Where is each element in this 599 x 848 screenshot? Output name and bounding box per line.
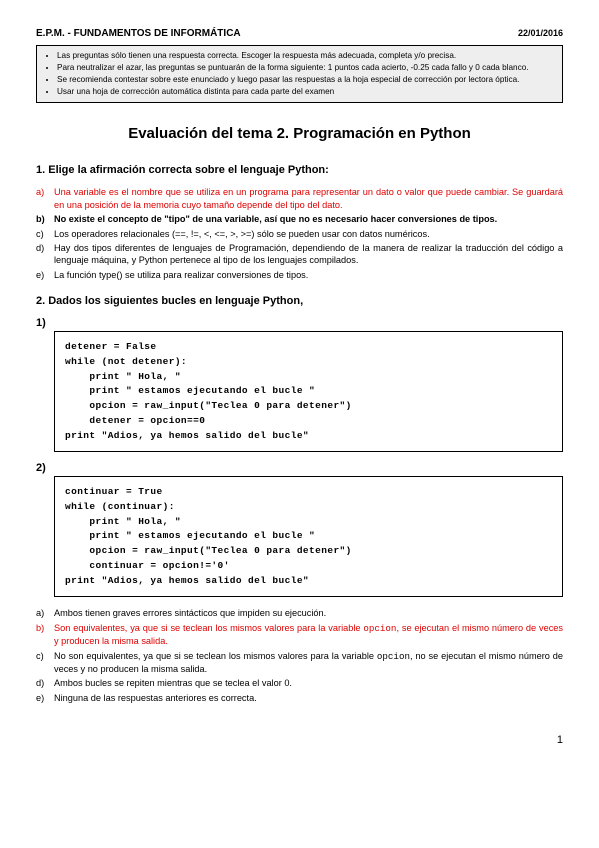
- instruction-item: Usar una hoja de corrección automática d…: [57, 86, 556, 97]
- option-label: b): [36, 622, 54, 648]
- option-e: e) Ninguna de las respuestas anteriores …: [36, 692, 563, 704]
- option-text: Una variable es el nombre que se utiliza…: [54, 186, 563, 211]
- snippet-1-label: 1): [36, 317, 563, 329]
- code-snippet-1: detener = False while (not detener): pri…: [54, 331, 563, 452]
- option-label: c): [36, 650, 54, 676]
- option-text: No existe el concepto de "tipo" de una v…: [54, 213, 497, 225]
- option-c: c) Los operadores relacionales (==, !=, …: [36, 228, 563, 240]
- option-b: b) No existe el concepto de "tipo" de un…: [36, 213, 563, 225]
- instruction-item: Las preguntas sólo tienen una respuesta …: [57, 50, 556, 61]
- option-label: c): [36, 228, 54, 240]
- option-label: b): [36, 213, 54, 225]
- option-a: a) Ambos tienen graves errores sintáctic…: [36, 607, 563, 619]
- page-number: 1: [36, 734, 563, 746]
- option-text: Son equivalentes, ya que si se teclean l…: [54, 622, 563, 648]
- option-c: c) No son equivalentes, ya que si se tec…: [36, 650, 563, 676]
- option-label: a): [36, 186, 54, 211]
- instruction-item: Se recomienda contestar sobre este enunc…: [57, 74, 556, 85]
- instructions-list: Las preguntas sólo tienen una respuesta …: [43, 50, 556, 97]
- option-text: Los operadores relacionales (==, !=, <, …: [54, 228, 430, 240]
- option-d: d) Hay dos tipos diferentes de lenguajes…: [36, 242, 563, 267]
- code-var: opcion: [377, 651, 410, 662]
- question-2-options: a) Ambos tienen graves errores sintáctic…: [36, 607, 563, 704]
- option-label: e): [36, 692, 54, 704]
- option-b: b) Son equivalentes, ya que si se teclea…: [36, 622, 563, 648]
- code-var: opcion: [363, 623, 396, 634]
- code-snippet-2: continuar = True while (continuar): prin…: [54, 476, 563, 597]
- option-label: d): [36, 242, 54, 267]
- option-a: a) Una variable es el nombre que se util…: [36, 186, 563, 211]
- exam-title: Evaluación del tema 2. Programación en P…: [36, 125, 563, 142]
- option-text: Ambos tienen graves errores sintácticos …: [54, 607, 326, 619]
- option-text: Hay dos tipos diferentes de lenguajes de…: [54, 242, 563, 267]
- option-label: e): [36, 269, 54, 281]
- page-header: E.P.M. - FUNDAMENTOS DE INFORMÁTICA 22/0…: [36, 28, 563, 39]
- option-label: a): [36, 607, 54, 619]
- option-label: d): [36, 677, 54, 689]
- option-text: La función type() se utiliza para realiz…: [54, 269, 308, 281]
- question-1-options: a) Una variable es el nombre que se util…: [36, 186, 563, 281]
- instruction-item: Para neutralizar el azar, las preguntas …: [57, 62, 556, 73]
- question-2-head: 2. Dados los siguientes bucles en lengua…: [36, 295, 563, 307]
- option-text: Ambos bucles se repiten mientras que se …: [54, 677, 292, 689]
- option-text: No son equivalentes, ya que si se teclea…: [54, 650, 563, 676]
- option-e: e) La función type() se utiliza para rea…: [36, 269, 563, 281]
- option-text: Ninguna de las respuestas anteriores es …: [54, 692, 257, 704]
- course-title: E.P.M. - FUNDAMENTOS DE INFORMÁTICA: [36, 28, 241, 39]
- question-1-head: 1. Elige la afirmación correcta sobre el…: [36, 164, 563, 176]
- instructions-box: Las preguntas sólo tienen una respuesta …: [36, 45, 563, 103]
- option-d: d) Ambos bucles se repiten mientras que …: [36, 677, 563, 689]
- exam-date: 22/01/2016: [518, 28, 563, 38]
- snippet-2-label: 2): [36, 462, 563, 474]
